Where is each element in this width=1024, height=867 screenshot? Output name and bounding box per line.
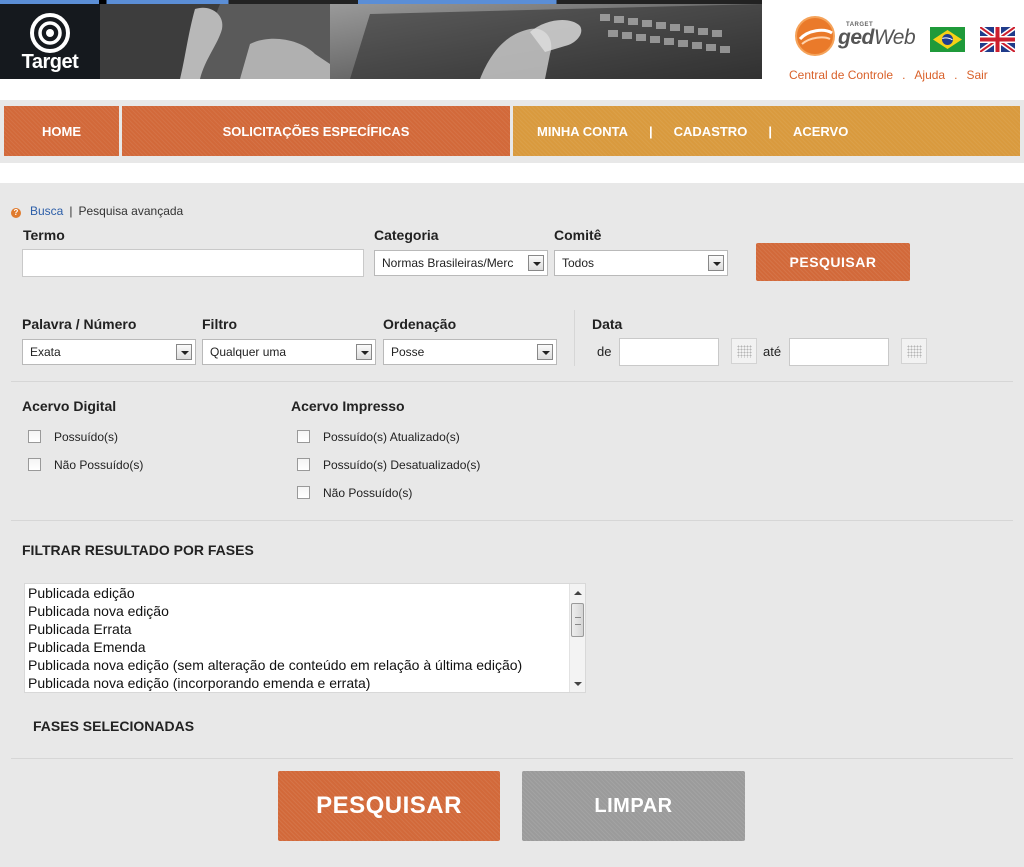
- palavra-numero-label: Palavra / Número: [22, 316, 137, 332]
- acervo-impresso-desatualizados-checkbox[interactable]: [297, 458, 310, 471]
- sair-link[interactable]: Sair: [966, 68, 987, 82]
- acervo-digital-nao-possuidos-label: Não Possuído(s): [54, 458, 144, 472]
- hand-photo: [100, 4, 330, 79]
- breadcrumb-busca-link[interactable]: Busca: [30, 204, 63, 218]
- logo-text: Target: [21, 51, 79, 73]
- nav-account-group: MINHA CONTA | CADASTRO | ACERVO: [513, 106, 1020, 156]
- acervo-digital-nao-possuidos-checkbox[interactable]: [28, 458, 41, 471]
- gedweb-wordmark: gedWeb: [838, 26, 916, 49]
- ordenacao-select[interactable]: Posse: [383, 339, 557, 365]
- help-icon[interactable]: ?: [11, 208, 21, 218]
- termo-label: Termo: [23, 227, 65, 243]
- brazil-flag-icon[interactable]: [930, 27, 965, 52]
- search-panel: ? Busca | Pesquisa avançada Termo Categoria…: [0, 183, 1024, 867]
- calendar-icon[interactable]: [731, 338, 757, 364]
- ajuda-link[interactable]: Ajuda: [914, 68, 945, 82]
- comite-value: Todos: [562, 256, 595, 270]
- filtro-label: Filtro: [202, 316, 237, 332]
- termo-input[interactable]: [22, 249, 364, 277]
- breadcrumb-current: Pesquisa avançada: [78, 204, 184, 218]
- categoria-select[interactable]: Normas Brasileiras/Merc: [374, 250, 548, 276]
- link-separator: .: [954, 68, 958, 82]
- filtro-select[interactable]: Qualquer uma: [202, 339, 376, 365]
- logo-box: Target: [0, 4, 100, 79]
- breadcrumb: ? Busca | Pesquisa avançada: [11, 204, 183, 218]
- acervo-impresso-atualizados-label: Possuído(s) Atualizado(s): [323, 430, 460, 444]
- data-ate-input[interactable]: [789, 338, 889, 366]
- ordenacao-label: Ordenação: [383, 316, 457, 332]
- phase-option[interactable]: Publicada nova edição (sem alteração de …: [25, 656, 585, 674]
- dropdown-arrow-icon[interactable]: [176, 344, 192, 360]
- pesquisar-button[interactable]: PESQUISAR: [278, 771, 500, 841]
- phase-option[interactable]: Publicada nova edição: [25, 602, 585, 620]
- nav-solicitacoes-especificas[interactable]: SOLICITAÇÕES ESPECÍFICAS: [122, 106, 510, 156]
- target-logo-icon: [30, 13, 70, 53]
- header-banner: Target: [0, 0, 762, 79]
- limpar-button[interactable]: LIMPAR: [522, 771, 745, 841]
- dropdown-arrow-icon[interactable]: [528, 255, 544, 271]
- palavra-numero-value: Exata: [30, 345, 61, 359]
- uk-flag-icon[interactable]: [980, 27, 1015, 52]
- acervo-impresso-atualizados-checkbox[interactable]: [297, 430, 310, 443]
- palavra-numero-select[interactable]: Exata: [22, 339, 196, 365]
- categoria-value: Normas Brasileiras/Merc: [382, 256, 514, 270]
- main-nav: HOME SOLICITAÇÕES ESPECÍFICAS MINHA CONT…: [0, 100, 1024, 163]
- top-links: Central de Controle. Ajuda. Sair: [789, 68, 988, 82]
- divider: [11, 381, 1013, 382]
- scroll-thumb[interactable]: [571, 603, 584, 637]
- divider: [11, 758, 1013, 759]
- ordenacao-value: Posse: [391, 345, 425, 359]
- comite-select[interactable]: Todos: [554, 250, 728, 276]
- scroll-down-icon[interactable]: [574, 682, 582, 686]
- phases-listbox[interactable]: Publicada edição Publicada nova edição P…: [24, 583, 586, 693]
- link-separator: .: [902, 68, 906, 82]
- phase-option[interactable]: Publicada nova edição (incorporando emen…: [25, 674, 585, 692]
- data-label: Data: [592, 316, 623, 332]
- phases-scrollbar[interactable]: [569, 584, 585, 692]
- phase-option[interactable]: Publicada Emenda: [25, 638, 585, 656]
- nav-separator: |: [768, 123, 772, 139]
- divider: [574, 310, 575, 366]
- nav-minha-conta[interactable]: MINHA CONTA: [537, 124, 628, 139]
- central-de-controle-link[interactable]: Central de Controle: [789, 68, 893, 82]
- nav-separator: |: [649, 123, 653, 139]
- scroll-up-icon[interactable]: [574, 591, 582, 595]
- nav-home[interactable]: HOME: [4, 106, 119, 156]
- phase-option[interactable]: Publicada Errata: [25, 620, 585, 638]
- acervo-impresso-nao-possuidos-label: Não Possuído(s): [323, 486, 413, 500]
- de-label: de: [597, 344, 612, 359]
- phase-option[interactable]: Publicada edição: [25, 584, 585, 602]
- acervo-digital-title: Acervo Digital: [22, 398, 117, 414]
- acervo-impresso-desatualizados-label: Possuído(s) Desatualizado(s): [323, 458, 481, 472]
- acervo-impresso-title: Acervo Impresso: [291, 398, 405, 414]
- pesquisar-top-button[interactable]: PESQUISAR: [756, 243, 910, 281]
- breadcrumb-separator: |: [69, 204, 73, 218]
- categoria-label: Categoria: [374, 227, 439, 243]
- phases-filter-title: FILTRAR RESULTADO POR FASES: [22, 542, 254, 558]
- dropdown-arrow-icon[interactable]: [356, 344, 372, 360]
- acervo-digital-possuidos-label: Possuído(s): [54, 430, 119, 444]
- selected-phases-title: FASES SELECIONADAS: [33, 718, 195, 734]
- dropdown-arrow-icon[interactable]: [537, 344, 553, 360]
- data-de-input[interactable]: [619, 338, 719, 366]
- comite-label: Comitê: [554, 227, 602, 243]
- ate-label: até: [763, 344, 782, 359]
- page: Target TARGET gedWeb Central de Controle…: [0, 0, 1024, 867]
- filtro-value: Qualquer uma: [210, 345, 287, 359]
- divider: [11, 520, 1013, 521]
- acervo-digital-possuidos-checkbox[interactable]: [28, 430, 41, 443]
- keyboard-photo: [330, 4, 762, 79]
- nav-cadastro[interactable]: CADASTRO: [674, 124, 748, 139]
- calendar-icon[interactable]: [901, 338, 927, 364]
- acervo-impresso-nao-possuidos-checkbox[interactable]: [297, 486, 310, 499]
- nav-acervo[interactable]: ACERVO: [793, 124, 848, 139]
- dropdown-arrow-icon[interactable]: [708, 255, 724, 271]
